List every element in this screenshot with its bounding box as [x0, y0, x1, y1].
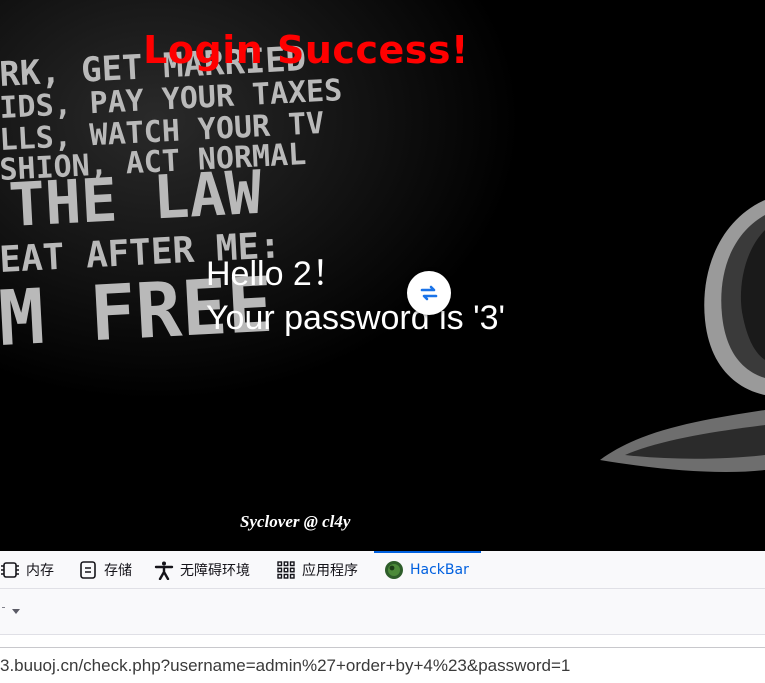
tab-storage[interactable]: 存储 [78, 551, 132, 588]
tab-storage-label: 存储 [104, 562, 132, 579]
hackbar-toolbar [0, 589, 765, 635]
devtools-tab-bar: 内存 存储 无障碍环境 应用程序 HackBar [0, 551, 765, 589]
chevron-down-icon[interactable] [2, 607, 22, 617]
translate-swap-button[interactable] [407, 271, 451, 315]
storage-icon [80, 560, 96, 579]
tab-accessibility[interactable]: 无障碍环境 [154, 551, 250, 588]
tab-memory[interactable]: 内存 [0, 551, 54, 588]
page-title: Login Success! [143, 28, 469, 72]
accessibility-icon [154, 561, 174, 580]
web-page-viewport: RK, GET MARRIED IDS, PAY YOUR TAXES LLS,… [0, 0, 765, 551]
password-line: Your password is '3' [206, 299, 505, 337]
devtools-panel: 内存 存储 无障碍环境 应用程序 HackBar 3.buuoj.cn/chec… [0, 551, 765, 682]
memory-icon [1, 561, 19, 578]
login-result-message: Hello 2！ Your password is '3' [206, 252, 505, 340]
signature-footer: Syclover @ cl4y [240, 512, 351, 531]
url-text: 3.buuoj.cn/check.php?username=admin%27+o… [0, 656, 571, 675]
tab-application-label: 应用程序 [302, 562, 358, 579]
hello-line: Hello 2！ [206, 255, 346, 293]
tab-hackbar[interactable]: HackBar [374, 551, 481, 586]
swap-arrows-icon [420, 285, 438, 301]
tab-memory-label: 内存 [26, 562, 54, 579]
tab-application[interactable]: 应用程序 [276, 551, 358, 588]
hackbar-icon [385, 560, 403, 579]
tab-hackbar-label: HackBar [410, 561, 469, 578]
tab-accessibility-label: 无障碍环境 [180, 562, 250, 579]
apps-grid-icon [277, 560, 295, 579]
hackbar-url-field[interactable]: 3.buuoj.cn/check.php?username=admin%27+o… [0, 647, 765, 683]
